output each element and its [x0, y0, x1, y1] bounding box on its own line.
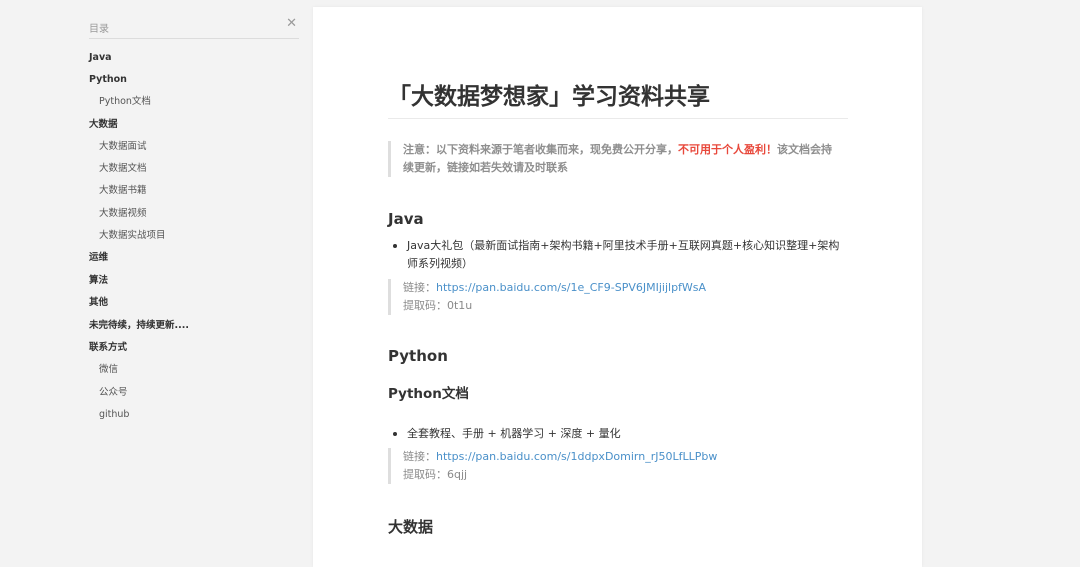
table-of-contents: 目录 ✕ Java Python Python文档 大数据 大数据面试 大数据文… [89, 14, 299, 420]
code-label: 提取码： [403, 299, 447, 312]
section-heading-java: Java [388, 210, 424, 228]
toc-item-contact[interactable]: 联系方式 [89, 342, 127, 354]
toc-item-python-docs[interactable]: Python文档 [99, 96, 151, 108]
python-extraction-code: 6qjj [447, 468, 468, 481]
toc-item-github[interactable]: github [99, 409, 129, 421]
section-heading-python: Python [388, 347, 448, 365]
close-icon[interactable]: ✕ [286, 17, 297, 30]
java-link-blockquote: 链接：https://pan.baidu.com/s/1e_CF9-SPV6JM… [388, 279, 833, 315]
link-label: 链接： [403, 281, 436, 294]
toc-item-ops[interactable]: 运维 [89, 252, 108, 264]
java-extraction-code: 0t1u [447, 299, 473, 312]
toc-item-official-account[interactable]: 公众号 [99, 387, 128, 399]
toc-item-bigdata-projects[interactable]: 大数据实战项目 [99, 230, 166, 242]
notice-blockquote: 注意：以下资料来源于笔者收集而来，现免费公开分享，不可用于个人盈利！该文档会持续… [388, 141, 833, 177]
notice-text: 注意：以下资料来源于笔者收集而来，现免费公开分享， [403, 143, 678, 156]
page-title: 「大数据梦想家」学习资料共享 [388, 84, 710, 110]
toc-item-bigdata-books[interactable]: 大数据书籍 [99, 185, 147, 197]
section-heading-bigdata: 大数据 [388, 518, 434, 536]
toc-item-java[interactable]: Java [89, 52, 112, 64]
toc-item-bigdata[interactable]: 大数据 [89, 119, 118, 131]
title-divider [388, 118, 848, 119]
java-download-link[interactable]: https://pan.baidu.com/s/1e_CF9-SPV6JMIji… [436, 281, 706, 294]
python-link-line: 链接：https://pan.baidu.com/s/1ddpxDomirn_r… [403, 448, 833, 466]
list-item: 全套教程、手册 + 机器学习 + 深度 + 量化 [388, 425, 848, 443]
article-card: 「大数据梦想家」学习资料共享 注意：以下资料来源于笔者收集而来，现免费公开分享，… [313, 7, 922, 567]
python-bullet-text: 全套教程、手册 + 机器学习 + 深度 + 量化 [407, 427, 621, 440]
link-label: 链接： [403, 450, 436, 463]
java-code-line: 提取码：0t1u [403, 297, 833, 315]
toc-item-bigdata-interview[interactable]: 大数据面试 [99, 141, 147, 153]
toc-title: 目录 [89, 24, 109, 35]
toc-item-to-be-continued[interactable]: 未完待续，持续更新.... [89, 320, 189, 332]
toc-item-wechat[interactable]: 微信 [99, 364, 118, 376]
toc-item-algorithms[interactable]: 算法 [89, 275, 108, 287]
java-bullet-text: Java大礼包（最新面试指南+架构书籍+阿里技术手册+互联网真题+核心知识整理+… [407, 239, 840, 270]
bullet-dot [393, 244, 397, 248]
notice-warning: 不可用于个人盈利！ [678, 143, 777, 156]
python-link-blockquote: 链接：https://pan.baidu.com/s/1ddpxDomirn_r… [388, 448, 833, 484]
toc-item-bigdata-docs[interactable]: 大数据文档 [99, 163, 147, 175]
python-download-link[interactable]: https://pan.baidu.com/s/1ddpxDomirn_rJ50… [436, 450, 717, 463]
toc-item-bigdata-videos[interactable]: 大数据视频 [99, 208, 147, 220]
toc-item-python[interactable]: Python [89, 74, 127, 86]
code-label: 提取码： [403, 468, 447, 481]
toc-item-others[interactable]: 其他 [89, 297, 108, 309]
bullet-dot [393, 432, 397, 436]
toc-header: 目录 ✕ [89, 14, 299, 39]
subsection-heading-python-docs: Python文档 [388, 386, 469, 402]
python-code-line: 提取码：6qjj [403, 466, 833, 484]
list-item: Java大礼包（最新面试指南+架构书籍+阿里技术手册+互联网真题+核心知识整理+… [388, 237, 848, 273]
java-link-line: 链接：https://pan.baidu.com/s/1e_CF9-SPV6JM… [403, 279, 833, 297]
